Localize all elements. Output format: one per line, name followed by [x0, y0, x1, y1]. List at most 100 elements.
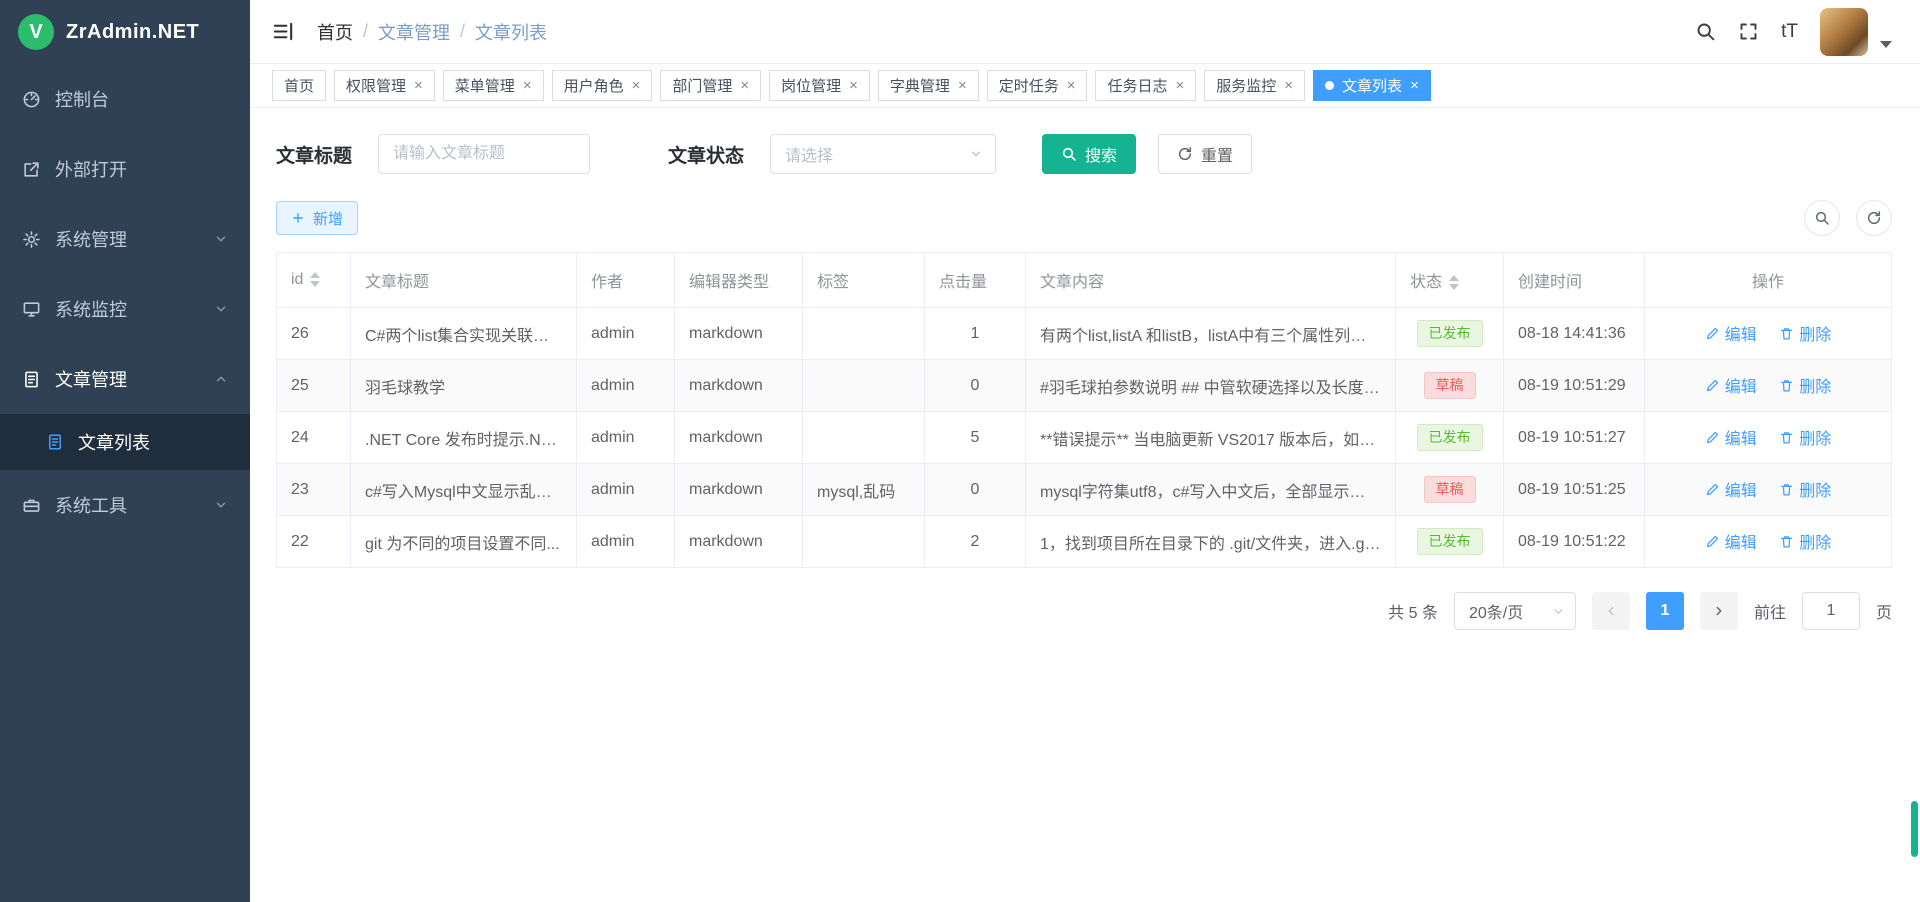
sidebar-menu: 控制台 外部打开 系统管理 系 — [0, 64, 250, 540]
tab-menu-management[interactable]: 菜单管理 × — [443, 70, 544, 101]
sidebar-item-dashboard[interactable]: 控制台 — [0, 64, 250, 134]
refresh-table-button[interactable] — [1856, 200, 1892, 236]
tab-home[interactable]: 首页 — [272, 70, 326, 101]
add-button[interactable]: 新增 — [276, 201, 358, 235]
app-logo[interactable]: V ZrAdmin.NET — [0, 0, 250, 64]
close-icon[interactable]: × — [1176, 78, 1185, 93]
delete-icon — [1779, 378, 1794, 393]
edit-icon — [1705, 326, 1720, 341]
chevron-down-icon — [214, 498, 228, 512]
close-icon[interactable]: × — [523, 78, 532, 93]
close-icon[interactable]: × — [958, 78, 967, 93]
sidebar-item-label: 系统工具 — [55, 492, 127, 518]
tab-task-logs[interactable]: 任务日志 × — [1095, 70, 1196, 101]
tab-label: 菜单管理 — [455, 75, 515, 96]
search-icon[interactable] — [1695, 21, 1716, 42]
breadcrumb-separator: / — [460, 21, 465, 42]
app-root: V ZrAdmin.NET 控制台 外部打开 系统管理 — [0, 0, 1920, 902]
edit-button[interactable]: 编辑 — [1705, 477, 1757, 501]
sidebar-item-system-tools[interactable]: 系统工具 — [0, 470, 250, 540]
tab-label: 首页 — [284, 75, 314, 96]
delete-button[interactable]: 删除 — [1779, 321, 1831, 345]
delete-button[interactable]: 删除 — [1779, 425, 1831, 449]
cell-content: 有两个list,listA 和listB，listA中有三个属性列为St... — [1026, 308, 1396, 360]
close-icon[interactable]: × — [849, 78, 858, 93]
external-link-icon — [22, 160, 41, 179]
chevron-up-icon — [214, 372, 228, 386]
cell-title: 羽毛球教学 — [351, 360, 577, 412]
breadcrumb-item-home[interactable]: 首页 — [317, 19, 353, 45]
sidebar-item-system-management[interactable]: 系统管理 — [0, 204, 250, 274]
column-header-status[interactable]: 状态 — [1396, 253, 1504, 308]
cell-clicks: 1 — [925, 308, 1026, 360]
gear-icon — [22, 230, 41, 249]
sidebar-item-article-management[interactable]: 文章管理 — [0, 344, 250, 414]
edit-button[interactable]: 编辑 — [1705, 321, 1757, 345]
close-icon[interactable]: × — [1410, 78, 1419, 93]
sort-carets-icon[interactable] — [310, 272, 320, 287]
caret-down-icon[interactable] — [1880, 41, 1892, 48]
edit-button[interactable]: 编辑 — [1705, 529, 1757, 553]
article-status-select[interactable]: 请选择 — [770, 134, 996, 174]
cell-id: 26 — [277, 308, 351, 360]
chevron-down-icon — [969, 147, 983, 161]
page-number-1[interactable]: 1 — [1646, 592, 1684, 630]
sort-carets-icon[interactable] — [1449, 275, 1459, 290]
plus-icon — [291, 211, 305, 225]
goto-page-input[interactable] — [1802, 592, 1860, 630]
scrollbar-thumb[interactable] — [1911, 801, 1918, 857]
tab-service-monitor[interactable]: 服务监控 × — [1204, 70, 1305, 101]
document-icon — [46, 433, 64, 451]
close-icon[interactable]: × — [414, 78, 423, 93]
prev-page-button[interactable] — [1592, 592, 1630, 630]
tab-article-list[interactable]: 文章列表 × — [1313, 70, 1431, 101]
page-size-select[interactable]: 20条/页 — [1454, 592, 1576, 630]
sidebar-toggle-icon[interactable] — [272, 20, 295, 43]
table-toolbar-right — [1804, 200, 1892, 236]
fullscreen-icon[interactable] — [1738, 21, 1759, 42]
sidebar-item-article-list[interactable]: 文章列表 — [0, 414, 250, 470]
tab-user-roles[interactable]: 用户角色 × — [552, 70, 653, 101]
font-size-icon[interactable]: tT — [1781, 21, 1798, 43]
cell-tags — [803, 412, 925, 464]
tab-permission-management[interactable]: 权限管理 × — [334, 70, 435, 101]
status-badge: 已发布 — [1417, 320, 1483, 348]
cell-status: 已发布 — [1396, 412, 1504, 464]
user-avatar[interactable] — [1820, 8, 1868, 56]
reset-button[interactable]: 重置 — [1158, 134, 1252, 174]
edit-button[interactable]: 编辑 — [1705, 425, 1757, 449]
tab-post-management[interactable]: 岗位管理 × — [769, 70, 870, 101]
article-title-input[interactable] — [378, 134, 590, 174]
search-button[interactable]: 搜索 — [1042, 134, 1136, 174]
tab-label: 用户角色 — [564, 75, 624, 96]
cell-title: C#两个list集合实现关联，... — [351, 308, 577, 360]
column-header-id[interactable]: id — [277, 253, 351, 308]
tab-department-management[interactable]: 部门管理 × — [660, 70, 761, 101]
delete-icon — [1779, 534, 1794, 549]
sidebar-item-system-monitor[interactable]: 系统监控 — [0, 274, 250, 344]
toggle-search-button[interactable] — [1804, 200, 1840, 236]
tab-dict-management[interactable]: 字典管理 × — [878, 70, 979, 101]
next-page-button[interactable] — [1700, 592, 1738, 630]
cell-actions: 编辑 删除 — [1645, 412, 1892, 464]
status-badge: 草稿 — [1424, 476, 1476, 504]
sidebar-item-external-open[interactable]: 外部打开 — [0, 134, 250, 204]
sidebar-item-label: 文章列表 — [78, 429, 150, 455]
edit-icon — [1705, 482, 1720, 497]
status-badge: 已发布 — [1417, 424, 1483, 452]
cell-actions: 编辑 删除 — [1645, 360, 1892, 412]
sidebar-item-label: 系统管理 — [55, 226, 127, 252]
close-icon[interactable]: × — [1067, 78, 1076, 93]
delete-button[interactable]: 删除 — [1779, 477, 1831, 501]
close-icon[interactable]: × — [740, 78, 749, 93]
tab-label: 字典管理 — [890, 75, 950, 96]
close-icon[interactable]: × — [632, 78, 641, 93]
breadcrumb-item-article-management[interactable]: 文章管理 — [378, 19, 450, 45]
edit-button[interactable]: 编辑 — [1705, 373, 1757, 397]
close-icon[interactable]: × — [1284, 78, 1293, 93]
delete-button[interactable]: 删除 — [1779, 529, 1831, 553]
delete-button[interactable]: 删除 — [1779, 373, 1831, 397]
sidebar: V ZrAdmin.NET 控制台 外部打开 系统管理 — [0, 0, 250, 902]
tab-label: 定时任务 — [999, 75, 1059, 96]
tab-scheduled-tasks[interactable]: 定时任务 × — [987, 70, 1088, 101]
